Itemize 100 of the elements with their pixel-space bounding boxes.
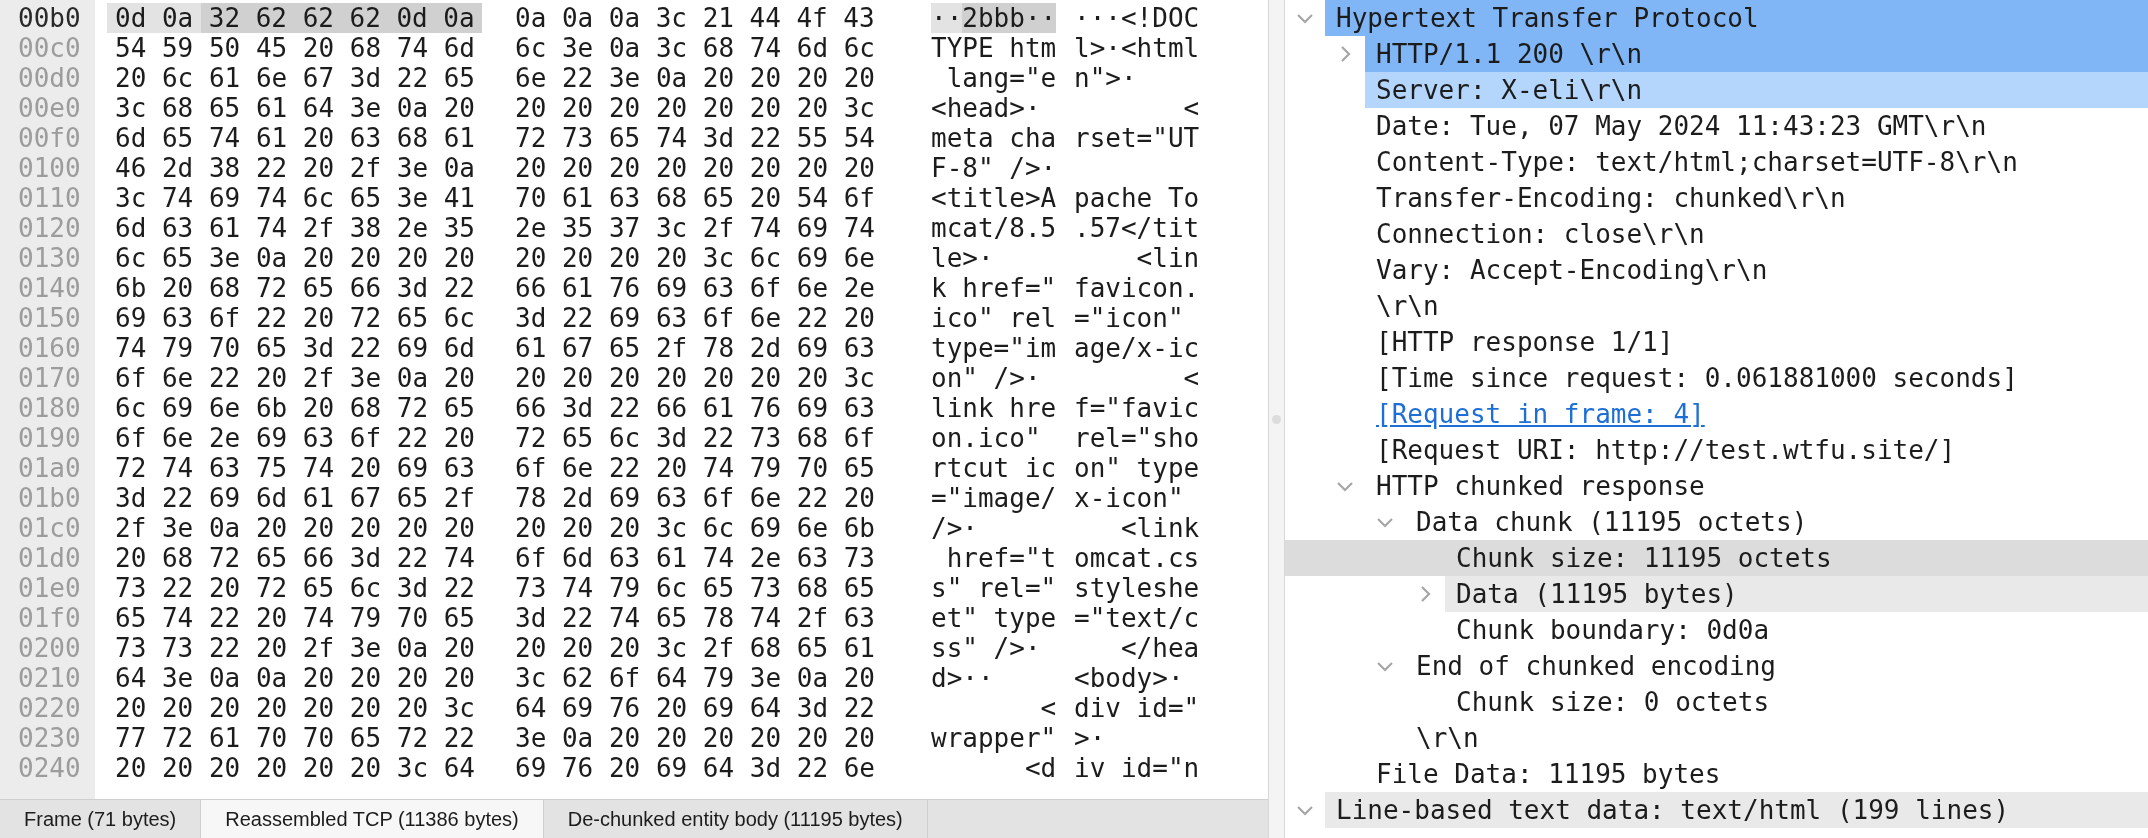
- tree-item[interactable]: HTTP chunked response: [1365, 468, 2148, 504]
- hex-bytes: 20 68 72 65 66 3d 22 74: [115, 543, 476, 573]
- tree-item[interactable]: \r\n: [1405, 720, 2148, 756]
- chevron-down-icon[interactable]: [1376, 660, 1394, 672]
- ascii-text: 2bbb··: [962, 3, 1057, 33]
- hex-bytes: 3d 22 69 63 6f 6e 22 20: [515, 303, 876, 333]
- tree-item[interactable]: Transfer-Encoding: chunked\r\n: [1365, 180, 2148, 216]
- ascii-text: iv id="n: [1074, 753, 1200, 783]
- ascii-text: <link: [1119, 513, 1200, 543]
- tree-item[interactable]: Server: X-eli\r\n: [1365, 72, 2148, 108]
- hex-byte[interactable]: 4f: [788, 3, 836, 33]
- hex-byte[interactable]: 62: [247, 3, 295, 33]
- ascii-text: </hea: [1119, 633, 1200, 663]
- tree-item[interactable]: Chunk boundary: 0d0a: [1445, 612, 2148, 648]
- hex-bytes: 20 20 20 3c 6c 69 6e 6b: [515, 513, 876, 543]
- ascii-text: >·: [1074, 723, 1107, 753]
- pane-splitter[interactable]: [1268, 0, 1285, 838]
- tree-item[interactable]: Content-Type: text/html;charset=UTF-8\r\n: [1365, 144, 2148, 180]
- tree-item[interactable]: HTTP/1.1 200 \r\n: [1365, 36, 2148, 72]
- ascii-text: ="text/c: [1074, 603, 1200, 633]
- hex-byte[interactable]: 3c: [647, 3, 695, 33]
- offset-label: 01a0: [17, 453, 82, 483]
- tree-item[interactable]: [Time since request: 0.061881000 seconds]: [1365, 360, 2148, 396]
- offset-label: 0170: [17, 363, 82, 393]
- tree-item[interactable]: Chunk size: 11195 octets: [1445, 540, 2148, 576]
- tree-item[interactable]: File Data: 11195 bytes: [1365, 756, 2148, 792]
- offset-label: 00e0: [17, 93, 82, 123]
- hex-byte[interactable]: 0a: [507, 3, 555, 33]
- tree-item[interactable]: [Request URI: http://test.wtfu.site/]: [1365, 432, 2148, 468]
- hex-bytes: 72 65 6c 3d 22 73 68 6f: [515, 423, 876, 453]
- hex-bytes: 20 20 20 20 20 20 20 3c: [515, 363, 876, 393]
- hex-byte[interactable]: 62: [341, 3, 389, 33]
- chevron-right-icon[interactable]: [1419, 585, 1431, 603]
- tree-item[interactable]: Connection: close\r\n: [1365, 216, 2148, 252]
- hex-bytes: 20 6c 61 6e 67 3d 22 65: [115, 63, 476, 93]
- hex-bytes: 6f 6d 63 61 74 2e 63 73: [515, 543, 876, 573]
- ascii-text: <head>·: [931, 93, 1042, 123]
- offset-label: 01b0: [17, 483, 82, 513]
- offset-label: 0100: [17, 153, 82, 183]
- chevron-down-icon[interactable]: [1376, 516, 1394, 528]
- tree-item[interactable]: Data (11195 bytes): [1445, 576, 2148, 612]
- hex-byte[interactable]: 32: [201, 3, 248, 33]
- hex-byte[interactable]: 0a: [554, 3, 601, 33]
- hex-bytes: 78 2d 69 63 6f 6e 22 20: [515, 483, 876, 513]
- tree-item[interactable]: \r\n: [1365, 288, 2148, 324]
- chevron-down-icon[interactable]: [1336, 480, 1354, 492]
- hex-bytes: 74 79 70 65 3d 22 69 6d: [115, 333, 476, 363]
- hex-bytes: 66 3d 22 66 61 76 69 63: [515, 393, 876, 423]
- hex-bytes: 20 20 20 20 20 20 20 3c: [115, 693, 476, 723]
- ascii-text: <: [1039, 693, 1057, 723]
- hex-bytes: 20 20 20 20 20 20 3c 64: [115, 753, 476, 783]
- offset-label: 00f0: [17, 123, 82, 153]
- hex-bytes: 6f 6e 22 20 74 79 70 65: [515, 453, 876, 483]
- selected-row[interactable]: Chunk size: 11195 octets: [1285, 540, 2148, 576]
- ascii-text: l>·<html: [1074, 33, 1200, 63]
- offset-label: 0160: [17, 333, 82, 363]
- hex-byte[interactable]: 0a: [435, 3, 483, 33]
- hex-bytes: 73 22 20 72 65 6c 3d 22: [115, 573, 476, 603]
- splitter-handle-icon[interactable]: [1272, 414, 1281, 424]
- hex-byte[interactable]: 62: [294, 3, 342, 33]
- ascii-text: <: [1182, 363, 1200, 393]
- hex-byte[interactable]: 44: [741, 3, 789, 33]
- offset-label: 0180: [17, 393, 82, 423]
- tree-item[interactable]: Vary: Accept-Encoding\r\n: [1365, 252, 2148, 288]
- hex-byte[interactable]: 0d: [107, 3, 155, 33]
- hex-byte[interactable]: 0d: [388, 3, 436, 33]
- chevron-down-icon[interactable]: [1296, 12, 1314, 24]
- hex-byte[interactable]: 0a: [154, 3, 201, 33]
- chevron-right-icon[interactable]: [1339, 45, 1351, 63]
- bytes-tab[interactable]: Reassembled TCP (11386 bytes): [201, 800, 544, 838]
- hex-byte[interactable]: 0a: [601, 3, 648, 33]
- tree-item[interactable]: [HTTP response 1/1]: [1365, 324, 2148, 360]
- chevron-down-icon[interactable]: [1296, 804, 1314, 816]
- ascii-text: n">·: [1074, 63, 1138, 93]
- offset-label: 0210: [17, 663, 82, 693]
- ascii-text: on" type: [1074, 453, 1200, 483]
- tree-item[interactable]: Hypertext Transfer Protocol: [1325, 0, 2148, 36]
- ascii-text: ="icon": [1074, 303, 1185, 333]
- hex-bytes: 20 20 20 20 3c 6c 69 6e: [515, 243, 876, 273]
- frame-link[interactable]: [Request in frame: 4]: [1365, 396, 2148, 432]
- hex-bytes: 65 74 22 20 74 79 70 65: [115, 603, 476, 633]
- hex-bytes: 72 73 65 74 3d 22 55 54: [515, 123, 876, 153]
- hex-byte[interactable]: 43: [835, 3, 883, 33]
- ascii-text: href="t: [945, 543, 1057, 573]
- offset-label: 01d0: [17, 543, 82, 573]
- ascii-text: <title>A: [931, 183, 1057, 213]
- offset-label: 0220: [17, 693, 82, 723]
- tree-item[interactable]: Chunk size: 0 octets: [1445, 684, 2148, 720]
- hex-bytes: 6f 6e 22 20 2f 3e 0a 20: [115, 363, 476, 393]
- hex-bytes: 66 61 76 69 63 6f 6e 2e: [515, 273, 876, 303]
- hex-bytes: 6c 65 3e 0a 20 20 20 20: [115, 243, 476, 273]
- hex-byte[interactable]: 21: [694, 3, 742, 33]
- tree-item[interactable]: Data chunk (11195 octets): [1405, 504, 2148, 540]
- tree-item[interactable]: Date: Tue, 07 May 2024 11:43:23 GMT\r\n: [1365, 108, 2148, 144]
- hex-bytes: 64 69 76 20 69 64 3d 22: [515, 693, 876, 723]
- tree-item[interactable]: Line-based text data: text/html (199 lines): [1325, 792, 2148, 828]
- tree-item[interactable]: End of chunked encoding: [1405, 648, 2148, 684]
- ascii-text: age/x-ic: [1074, 333, 1200, 363]
- ascii-text: <lin: [1135, 243, 1200, 273]
- ascii-text: f="favic: [1074, 393, 1200, 423]
